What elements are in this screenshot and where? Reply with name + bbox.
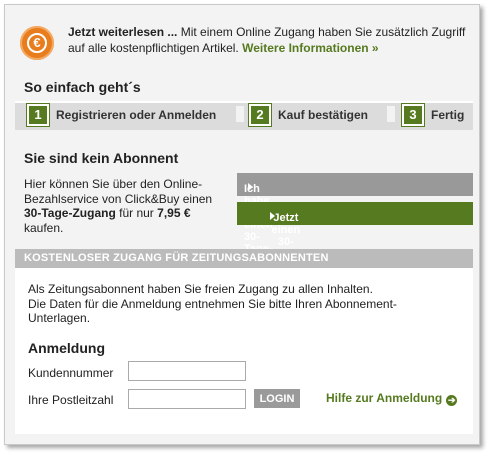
login-button[interactable]: LOGIN: [254, 389, 300, 408]
offer-price: 7,95 €: [157, 206, 191, 220]
more-info-link[interactable]: Weitere Informationen »: [242, 41, 378, 55]
login-title: Anmeldung: [28, 340, 105, 356]
customer-number-input[interactable]: [128, 361, 246, 381]
step-divider: [387, 106, 395, 122]
no-subscriber-title: Sie sind kein Abonnent: [24, 150, 179, 166]
zip-input[interactable]: [128, 389, 246, 409]
step-3: 3 Fertig: [401, 103, 465, 127]
step-label: Kauf bestätigen: [278, 108, 369, 122]
step-label: Fertig: [431, 108, 465, 122]
steps-title: So einfach geht´s: [24, 79, 141, 95]
step-divider: [236, 106, 244, 122]
arrow-right-icon: [248, 183, 253, 191]
zip-label: Ihre Postleitzahl: [28, 393, 114, 407]
subscriber-section-header: KOSTENLOSER ZUGANG FÜR ZEITUNGSABONNENTE…: [15, 249, 473, 268]
step-label: Registrieren oder Anmelden: [56, 108, 217, 122]
step-2: 2 Kauf bestätigen: [248, 103, 369, 127]
no-subscriber-text: Hier können Sie über den Online-Bezahlse…: [24, 177, 213, 235]
buy-access-button[interactable]: Jetzt einen 30-Tage-Zugang kaufen: [237, 202, 473, 284]
existing-access-button[interactable]: Ich habe bereits einen 30-Tage-Zugang: [237, 173, 473, 267]
step-number: 2: [248, 103, 272, 127]
offer-name: 30-Tage-Zugang: [24, 206, 116, 220]
euro-icon: €: [20, 26, 54, 60]
step-number: 3: [401, 103, 425, 127]
step-1: 1 Registrieren oder Anmelden: [26, 103, 217, 127]
arrow-right-icon: [270, 212, 275, 220]
step-number: 1: [26, 103, 50, 127]
arrow-right-circle-icon: ➔: [446, 395, 458, 406]
subscriber-info: Als Zeitungsabonnent haben Sie freien Zu…: [28, 282, 397, 325]
promo-lead: Jetzt weiterlesen ...: [68, 25, 178, 39]
customer-number-label: Kundennummer: [28, 366, 114, 380]
promo-text: Jetzt weiterlesen ... Mit einem Online Z…: [68, 24, 478, 56]
login-help-link[interactable]: Hilfe zur Anmeldung ➔: [326, 391, 458, 406]
